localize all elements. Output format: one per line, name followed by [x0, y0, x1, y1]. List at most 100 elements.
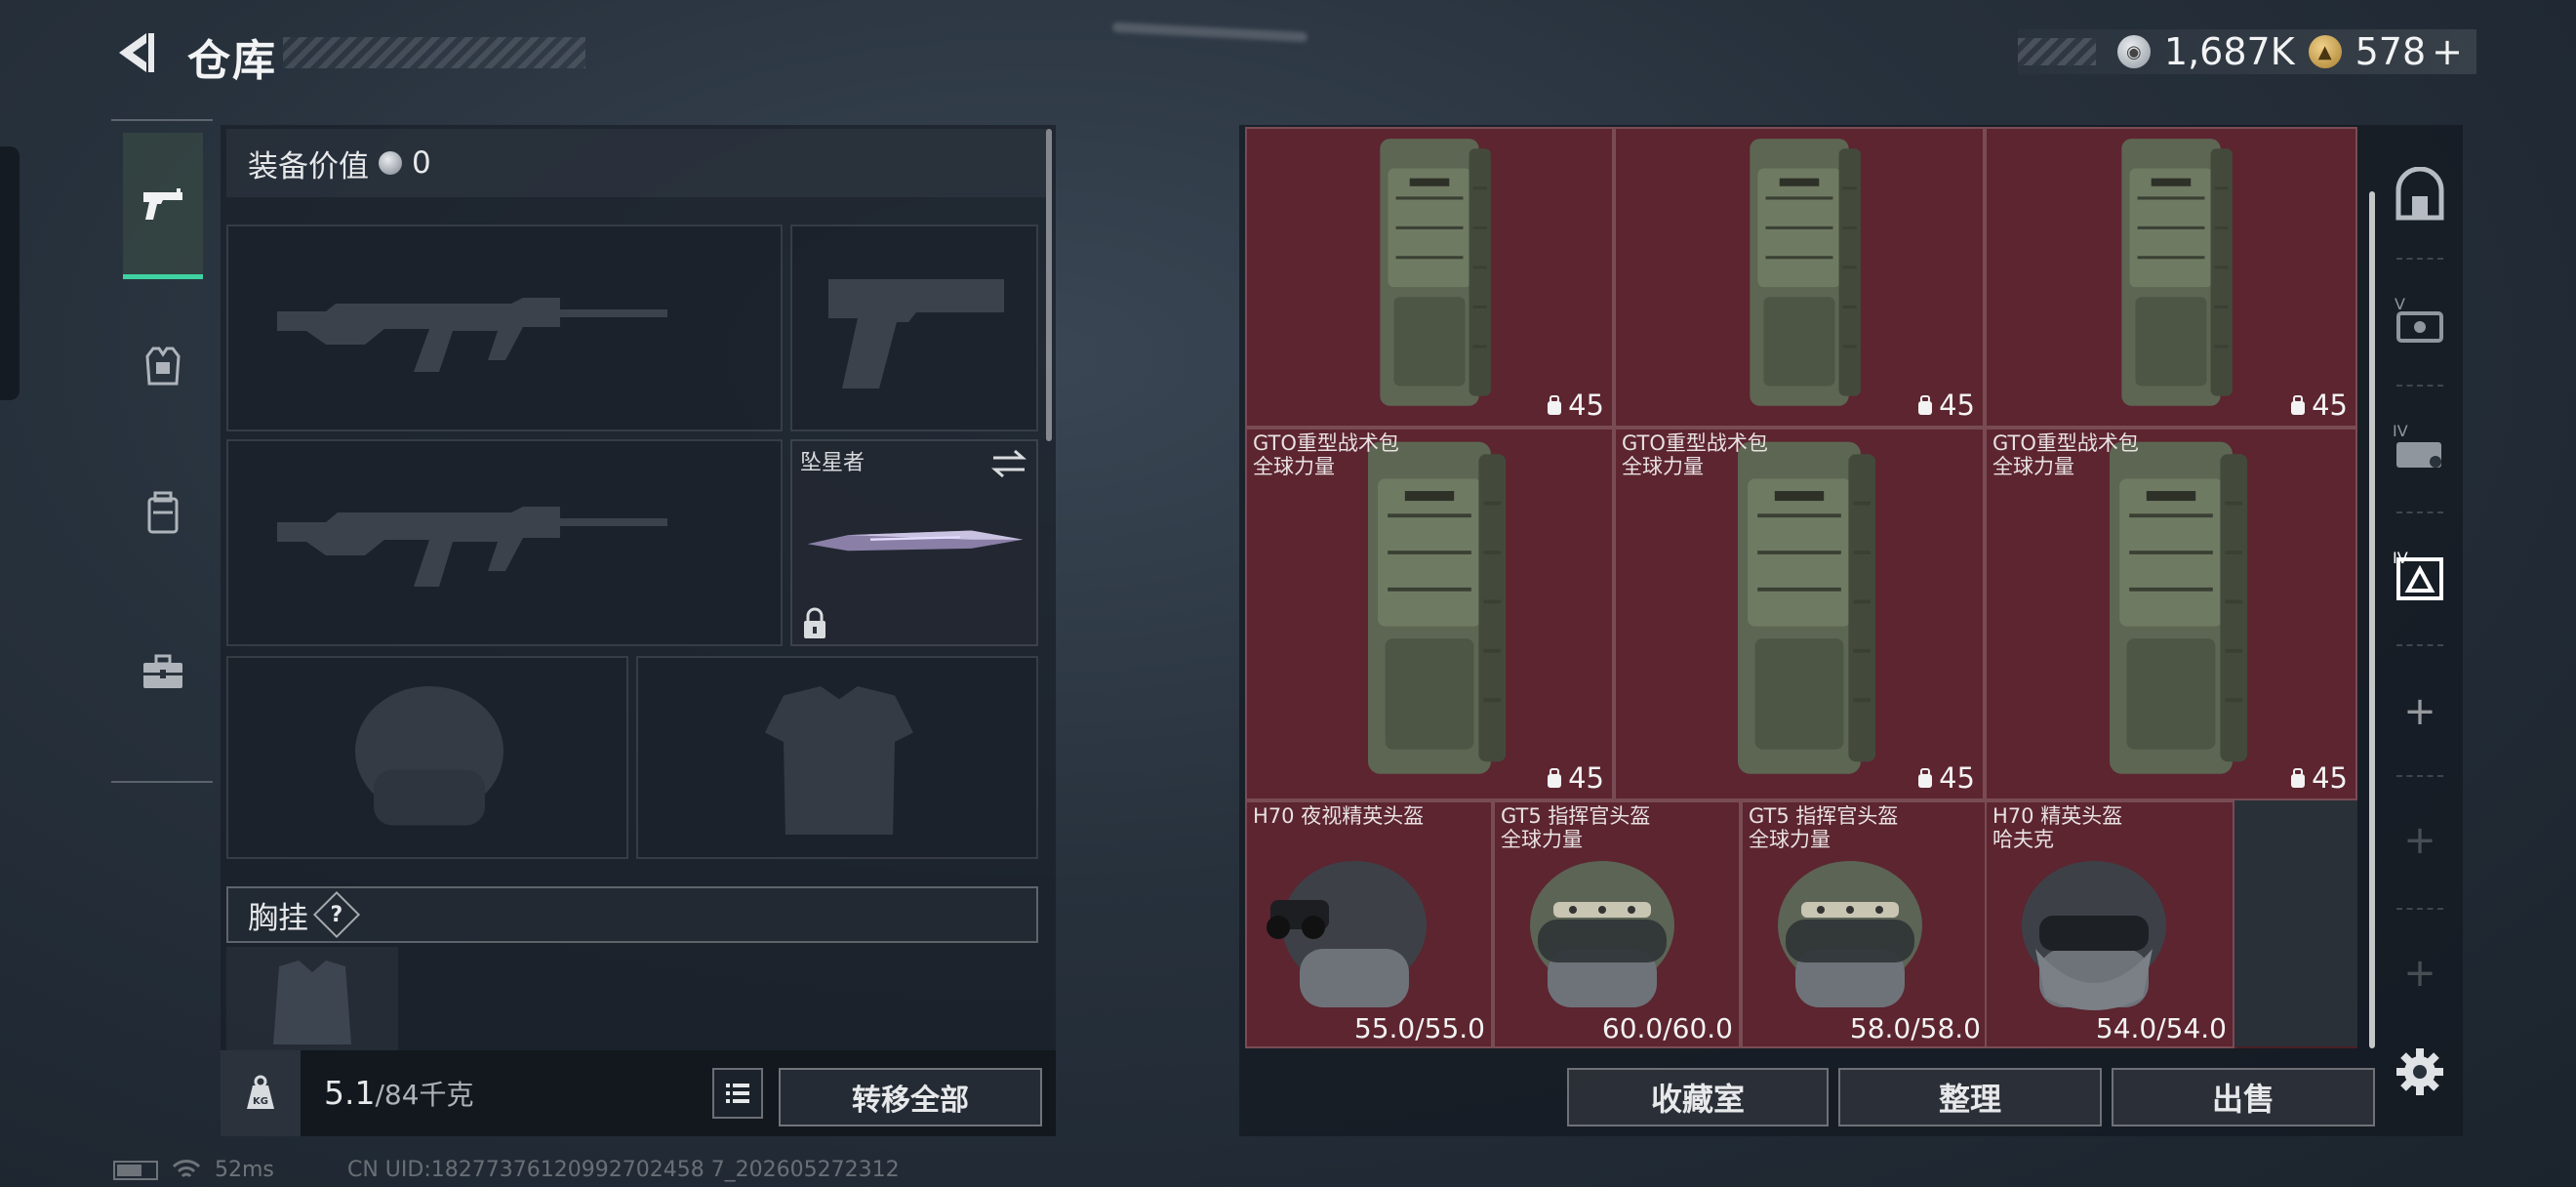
sell-button[interactable]: 出售 — [2112, 1068, 2375, 1126]
case-iv-icon: IV — [2393, 422, 2441, 468]
equipment-value-bar: 装备价值 0 — [226, 129, 1046, 197]
help-icon[interactable]: ? — [312, 890, 361, 939]
capacity-icon — [1918, 768, 1933, 788]
backpack-art-icon — [1380, 139, 1491, 406]
safe-box-icon — [2395, 167, 2444, 221]
rail-item-weapons[interactable] — [123, 133, 203, 279]
rail-case-iv[interactable]: IV — [2377, 394, 2463, 502]
silver-coin-icon: ◉ — [2116, 35, 2151, 68]
rail-case-iv-active[interactable]: IV — [2377, 521, 2463, 629]
pistol-icon — [143, 187, 182, 220]
rifle-silhouette-icon — [277, 507, 667, 587]
item-durability: 58.0/58.0 — [1849, 1012, 1981, 1044]
armor-vest-icon — [145, 347, 181, 386]
melee-name: 坠星者 — [800, 451, 865, 475]
item-count: 45 — [1545, 761, 1604, 795]
add-container-button[interactable]: + — [2377, 658, 2463, 765]
rail-item-supplies[interactable] — [123, 599, 203, 746]
uid-text: CN UID:18277376120992702458 7_2026052723… — [347, 1158, 900, 1182]
stash-item-backpack[interactable]: 45 — [1245, 127, 1614, 428]
item-name: H70 夜视精英头盔 — [1253, 804, 1425, 828]
stash-scrollbar[interactable] — [2369, 191, 2375, 1048]
backpack-art-icon — [1368, 441, 1507, 774]
capacity-icon — [2291, 395, 2306, 415]
primary-weapon-slot[interactable] — [226, 225, 783, 431]
currency-decoration — [2018, 38, 2096, 65]
capacity-icon — [1548, 395, 1562, 415]
stash-item-backpack[interactable]: GTO重型战术包 全球力量 45 — [1614, 428, 1985, 800]
chest-rig-slot[interactable] — [226, 947, 398, 1050]
capacity-icon — [2291, 768, 2306, 788]
helmet-art-icon — [2022, 861, 2166, 1010]
svg-text:V: V — [2395, 295, 2405, 313]
sidearm-slot[interactable] — [790, 225, 1038, 431]
rail-item-armor[interactable] — [123, 293, 203, 439]
weight-max: /84千克 — [375, 1079, 474, 1111]
item-count: 45 — [1915, 761, 1975, 795]
equipment-value-label: 装备价值 — [248, 148, 369, 184]
page-title: 仓库 — [187, 36, 277, 86]
battery-icon — [113, 1160, 158, 1180]
empty-stash-cell[interactable] — [2234, 800, 2357, 1046]
back-button[interactable] — [109, 27, 160, 78]
list-view-button[interactable] — [712, 1068, 763, 1119]
item-name: H70 精英头盔 哈夫克 — [1992, 804, 2123, 851]
stash-item-backpack[interactable]: GTO重型战术包 全球力量 45 — [1985, 428, 2357, 800]
add-container-button-locked: + — [2403, 951, 2436, 996]
item-durability: 60.0/60.0 — [1601, 1012, 1733, 1044]
stash-item-backpack[interactable]: 45 — [1614, 127, 1985, 428]
rifle-silhouette-icon — [277, 298, 667, 372]
capacity-icon — [1548, 768, 1562, 788]
item-name: GTO重型战术包 全球力量 — [1622, 431, 1768, 478]
item-durability: 54.0/54.0 — [2095, 1012, 2227, 1044]
helmet-silhouette-icon — [355, 686, 503, 826]
item-count: 45 — [2288, 761, 2348, 795]
case-iv-active-icon: IV — [2393, 549, 2443, 600]
item-count: 45 — [2288, 389, 2348, 422]
status-bar: 52ms — [113, 1158, 274, 1182]
edge-tab — [0, 146, 20, 400]
item-count: 45 — [1545, 389, 1604, 422]
stash-item-helmet-cmd[interactable]: GT5 指挥官头盔 全球力量 58.0/58.0 — [1741, 800, 1989, 1048]
melee-slot[interactable]: 坠星者 — [790, 439, 1038, 646]
secondary-weapon-slot[interactable] — [226, 439, 783, 646]
weight-current: 5.1 — [324, 1074, 376, 1112]
weight-icon: KG — [221, 1050, 301, 1136]
rail-item-backpacks[interactable] — [123, 439, 203, 586]
stash-item-backpack[interactable]: GTO重型战术包 全球力量 45 — [1245, 428, 1614, 800]
collection-room-button[interactable]: 收藏室 — [1567, 1068, 1829, 1126]
loadout-scrollbar[interactable] — [1046, 129, 1052, 441]
equipment-value-amount: 0 — [412, 145, 431, 181]
stash-item-helmet-elite[interactable]: H70 精英头盔 哈夫克 54.0/54.0 — [1985, 800, 2234, 1048]
rail-case-v[interactable]: V — [2377, 267, 2463, 375]
swap-icon[interactable] — [989, 447, 1028, 480]
item-name: GT5 指挥官头盔 全球力量 — [1749, 804, 1899, 851]
helmet-slot[interactable] — [226, 656, 628, 859]
lock-icon — [804, 607, 825, 638]
sort-button[interactable]: 整理 — [1838, 1068, 2102, 1126]
chest-rig-silhouette-icon — [273, 961, 351, 1044]
category-rail — [111, 119, 213, 783]
backpack-art-icon — [2121, 139, 2233, 406]
stash-item-helmet-cmd[interactable]: GT5 指挥官头盔 全球力量 60.0/60.0 — [1493, 800, 1741, 1048]
stash-item-helmet-nv[interactable]: H70 夜视精英头盔 55.0/55.0 — [1245, 800, 1493, 1048]
ping-text: 52ms — [215, 1158, 274, 1182]
rail-safe-box[interactable] — [2377, 143, 2463, 250]
svg-text:KG: KG — [253, 1096, 268, 1107]
transfer-all-button[interactable]: 转移全部 — [779, 1068, 1042, 1126]
melee-blade-icon — [807, 530, 1024, 552]
pistol-silhouette-icon — [828, 279, 1004, 389]
item-name: GT5 指挥官头盔 全球力量 — [1501, 804, 1651, 851]
toolbox-icon — [143, 654, 182, 688]
svg-text:IV: IV — [2393, 422, 2408, 440]
settings-gear-icon[interactable] — [2393, 1044, 2447, 1099]
backpack-art-icon — [2110, 441, 2248, 774]
backpack-art-icon — [1738, 441, 1876, 774]
helmet-art-icon — [1778, 861, 1922, 1007]
armor-silhouette-icon — [765, 686, 913, 835]
stash-item-backpack[interactable]: 45 — [1985, 127, 2357, 428]
item-name: GTO重型战术包 全球力量 — [1992, 431, 2139, 478]
add-currency-button[interactable]: + — [2432, 30, 2463, 73]
gold-coin-icon: ▲ — [2308, 35, 2342, 68]
body-armor-slot[interactable] — [636, 656, 1038, 859]
